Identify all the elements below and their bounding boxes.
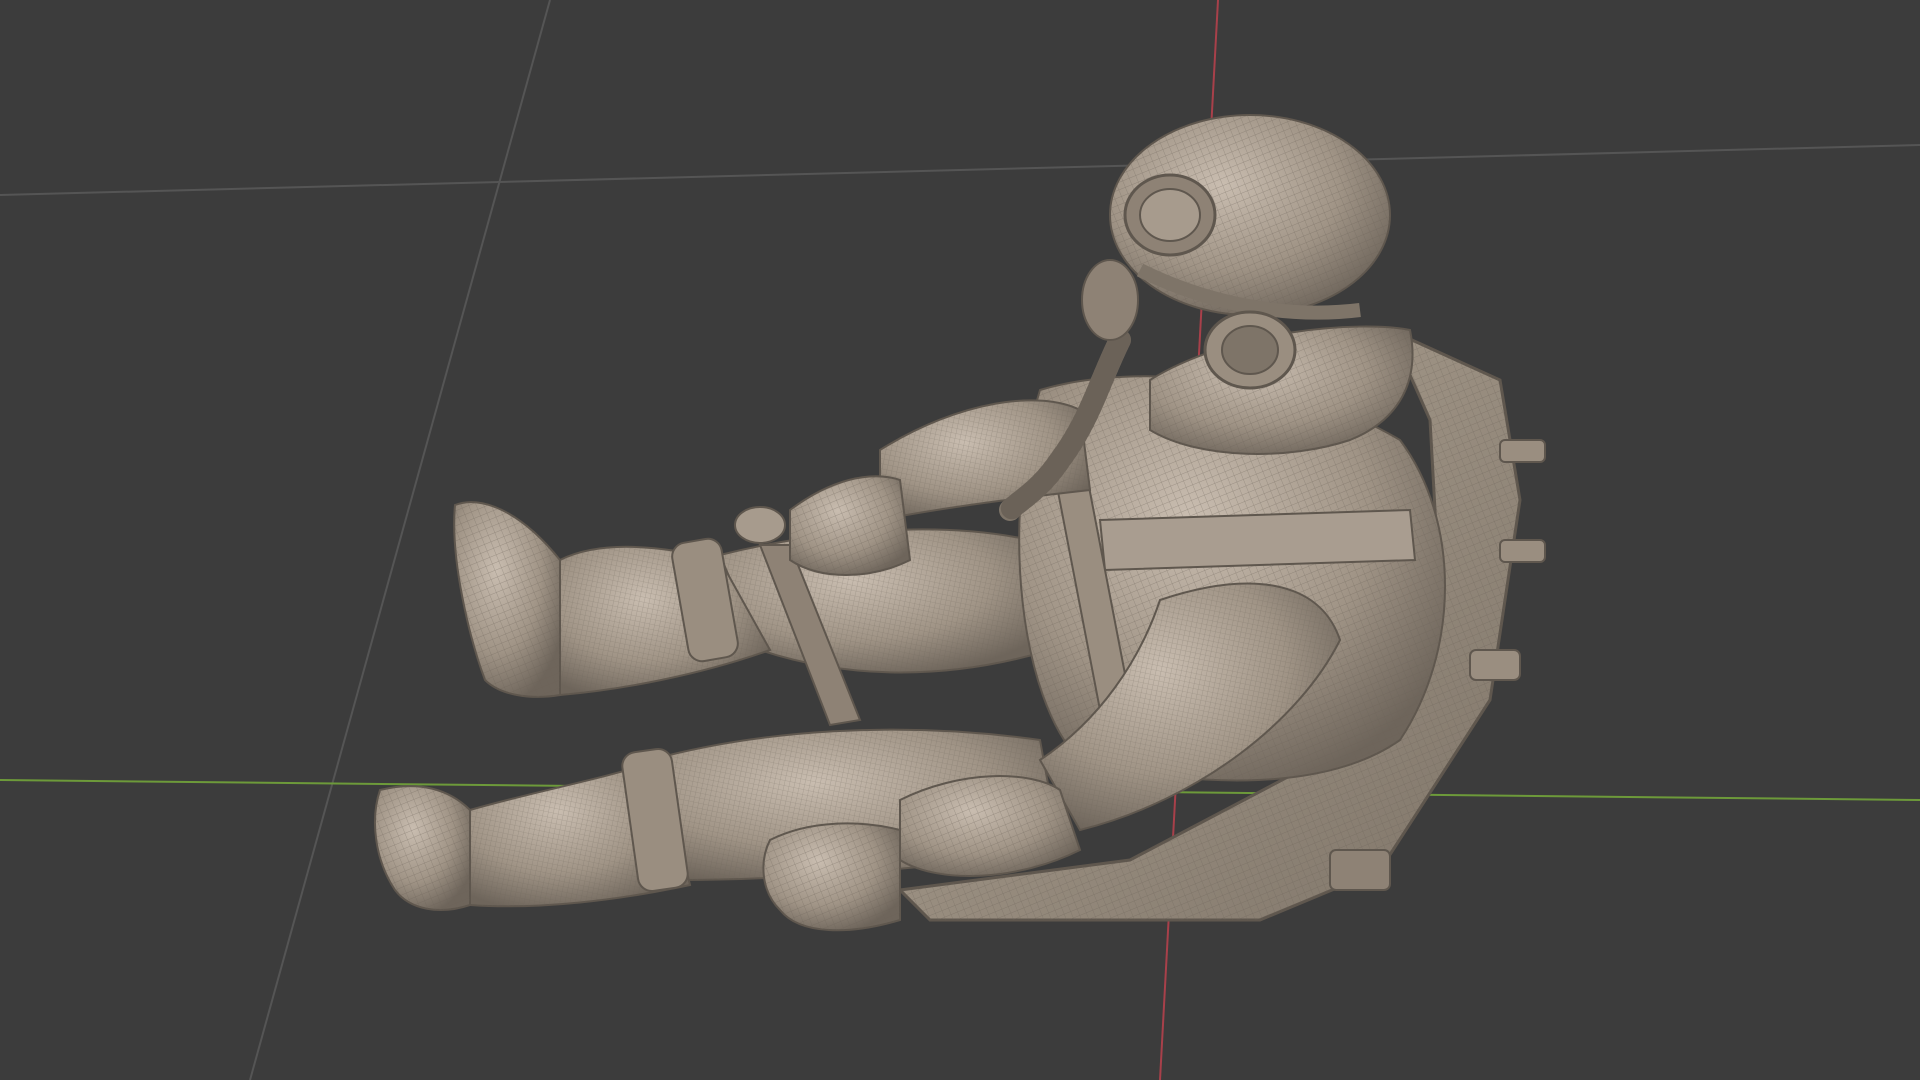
3d-viewport[interactable] (0, 0, 1920, 1080)
viewport-canvas[interactable] (0, 0, 1920, 1080)
